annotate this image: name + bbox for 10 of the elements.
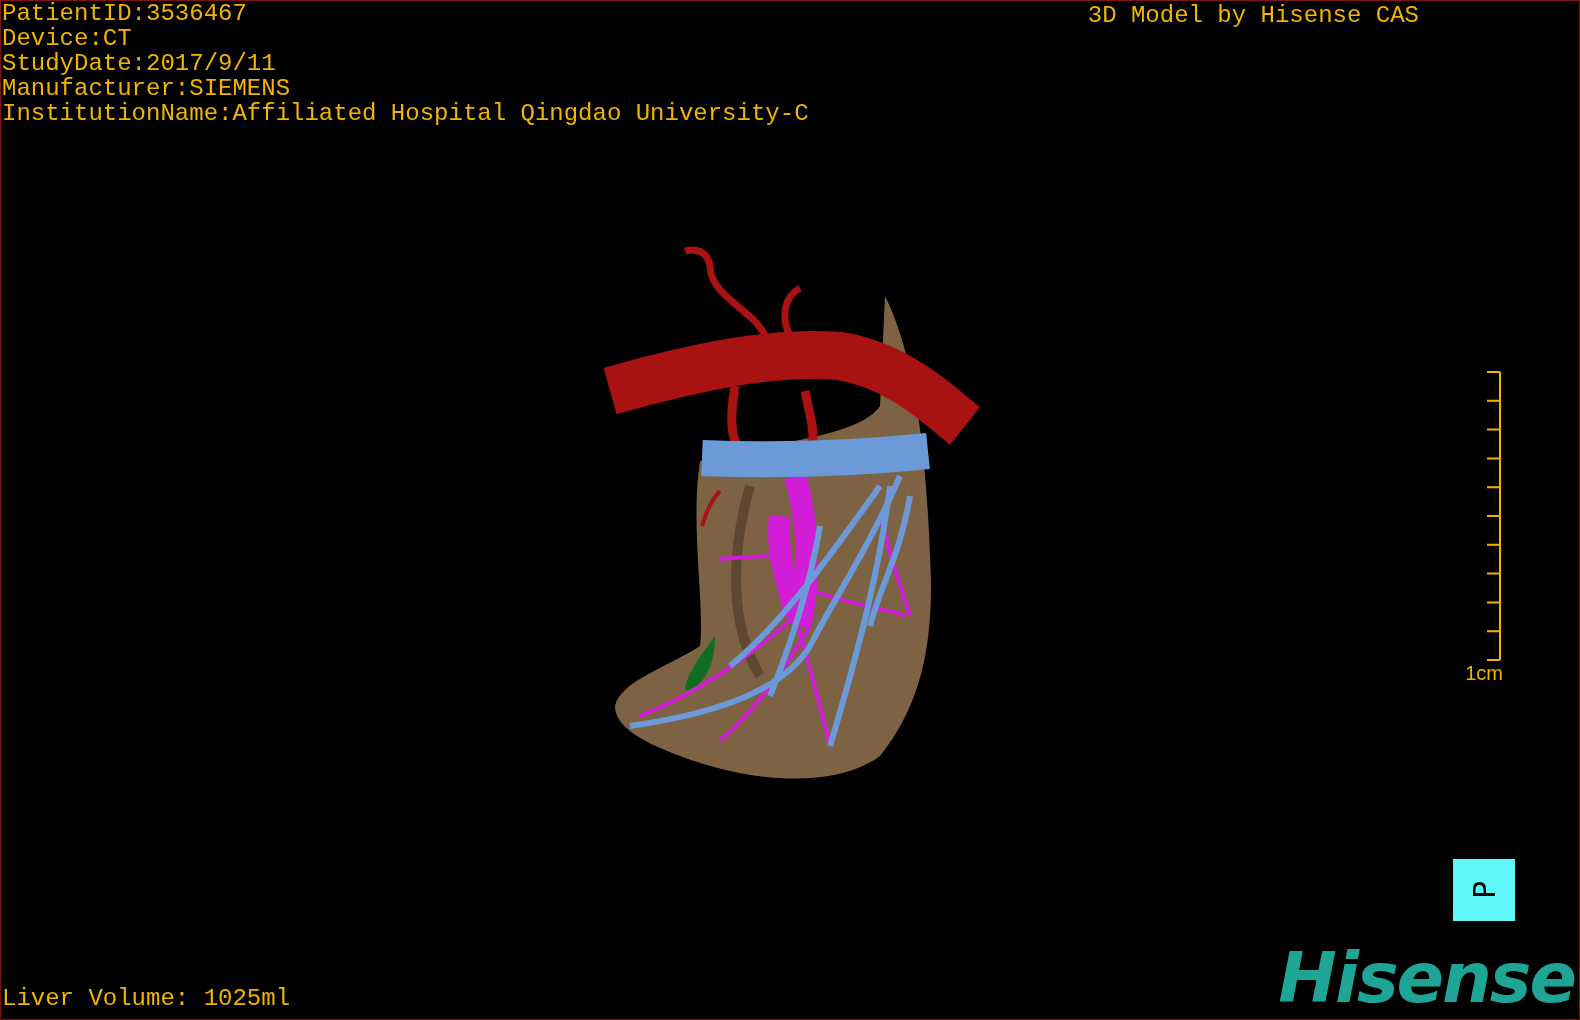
brand-logo: Hisense [1278,945,1575,1011]
orientation-cube[interactable]: P [1453,859,1515,921]
patient-info-text: PatientID:3536467 [2,1,248,26]
patient-info-text: InstitutionName:Affiliated Hospital Qingdao University-C [2,101,809,126]
scale-label: 1cm [1465,663,1503,683]
liver-volume-text: Liver Volume: 1025ml [1,985,291,1013]
model-credit-text: 3D Model by Hisense CAS [1087,1,1419,31]
patient-info-text: StudyDate:2017/9/11 [2,51,277,76]
patient-info-text: Device:CT [2,26,133,51]
patient-info-text: Manufacturer:SIEMENS [2,76,292,101]
